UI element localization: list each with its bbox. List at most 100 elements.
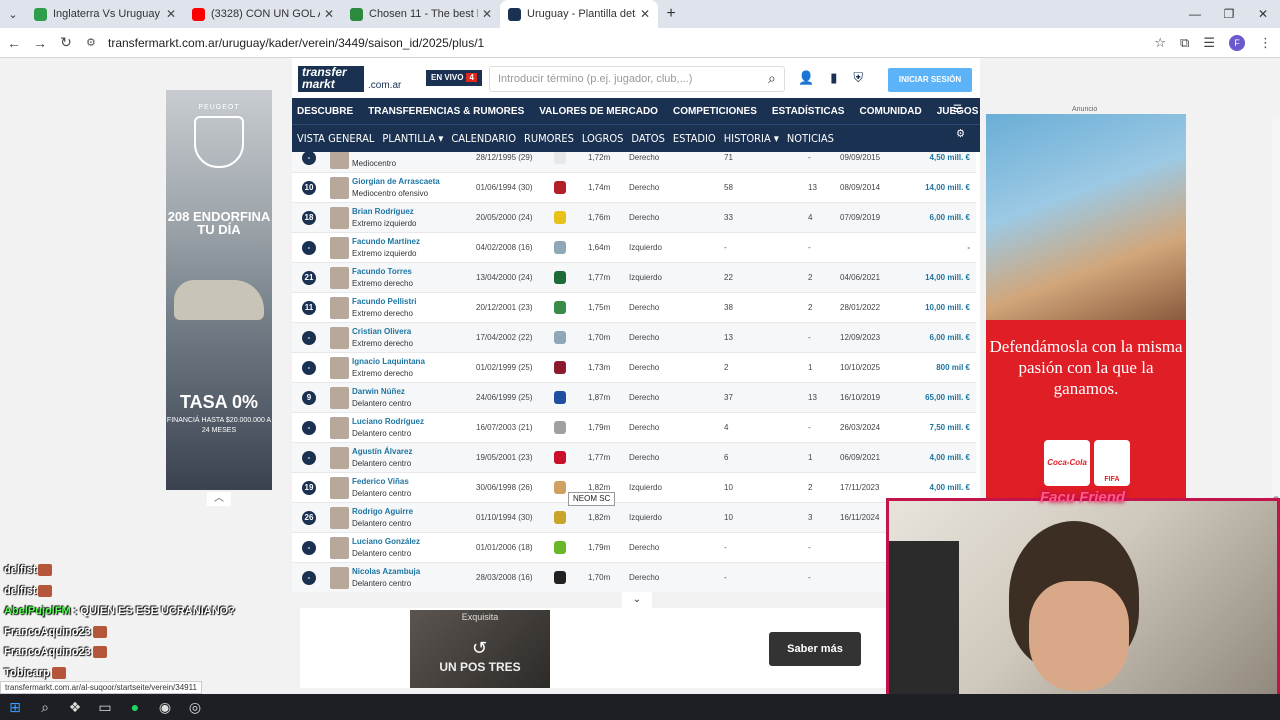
player-row[interactable]: - Facundo Martínez Extremo izquierdo 04/02/… bbox=[292, 233, 976, 263]
player-photo[interactable] bbox=[330, 477, 349, 499]
player-photo[interactable] bbox=[330, 177, 349, 199]
tab-search-icon[interactable]: ⌄ bbox=[0, 0, 26, 28]
minimize-icon[interactable]: — bbox=[1178, 0, 1212, 28]
player-photo[interactable] bbox=[330, 567, 349, 589]
club-crest-icon[interactable] bbox=[554, 541, 566, 554]
club-crest-icon[interactable] bbox=[554, 271, 566, 284]
tab-close-icon[interactable]: ✕ bbox=[640, 7, 650, 21]
settings-gear-icon[interactable]: ⚙ bbox=[956, 127, 965, 140]
player-name-link[interactable]: Facundo Torres bbox=[352, 267, 412, 276]
player-photo[interactable] bbox=[330, 267, 349, 289]
player-photo[interactable] bbox=[330, 327, 349, 349]
player-row[interactable]: - Luciano González Delantero centro 01/01/2… bbox=[292, 533, 976, 563]
player-photo[interactable] bbox=[330, 207, 349, 229]
market-value-link[interactable]: - bbox=[898, 243, 970, 252]
market-value-link[interactable]: 6,00 mill. € bbox=[898, 213, 970, 222]
player-row[interactable]: - Luciano Rodríguez Delantero centro 16/07/… bbox=[292, 413, 976, 443]
market-value-link[interactable]: 65,00 mill. € bbox=[898, 393, 970, 402]
player-row[interactable]: 11 Facundo Pellistri Extremo derecho 20/12/… bbox=[292, 293, 976, 323]
sub-nav-item[interactable]: ESTADIO bbox=[673, 132, 716, 145]
file-explorer-icon[interactable]: ▭ bbox=[90, 699, 120, 716]
player-name-link[interactable]: Nicolas Azambuja bbox=[352, 567, 420, 576]
shield-icon[interactable]: ⛨ bbox=[853, 70, 863, 86]
club-crest-icon[interactable] bbox=[554, 331, 566, 344]
chat-username[interactable]: delfist bbox=[4, 585, 36, 597]
market-value-link[interactable]: 800 mil € bbox=[898, 363, 970, 372]
player-row[interactable]: - Nicolas Azambuja Delantero centro 28/03/2… bbox=[292, 563, 976, 592]
back-icon[interactable]: ← bbox=[2, 35, 26, 51]
player-photo[interactable] bbox=[330, 417, 349, 439]
market-value-link[interactable]: 10,00 mill. € bbox=[898, 303, 970, 312]
market-value-link[interactable]: 14,00 mill. € bbox=[898, 183, 970, 192]
spotify-icon[interactable]: ● bbox=[120, 699, 150, 715]
player-photo[interactable] bbox=[330, 447, 349, 469]
player-name-link[interactable]: Facundo Martínez bbox=[352, 237, 420, 246]
club-crest-icon[interactable] bbox=[554, 421, 566, 434]
discord-icon[interactable]: ◉ bbox=[150, 699, 180, 716]
sub-nav-item[interactable]: PLANTILLA ▾ bbox=[382, 132, 443, 145]
club-crest-icon[interactable] bbox=[554, 152, 566, 164]
club-crest-icon[interactable] bbox=[554, 511, 566, 524]
club-crest-icon[interactable] bbox=[554, 481, 566, 494]
tab-close-icon[interactable]: ✕ bbox=[482, 7, 492, 21]
sub-nav-item[interactable]: RUMORES bbox=[524, 132, 574, 145]
login-button[interactable]: INICIAR SESIÓN bbox=[888, 68, 972, 92]
reading-list-icon[interactable]: ☰ bbox=[1203, 35, 1215, 51]
tab-close-icon[interactable]: ✕ bbox=[166, 7, 176, 21]
expand-ad-icon[interactable]: ⌄ bbox=[622, 592, 652, 608]
task-view-icon[interactable]: ❖ bbox=[60, 699, 90, 716]
browser-tab[interactable]: Uruguay - Plantilla detallada 20 ✕ bbox=[500, 0, 658, 28]
bookmark-star-icon[interactable]: ☆ bbox=[1154, 35, 1166, 51]
site-domain[interactable]: .com.ar bbox=[368, 80, 401, 91]
hamburger-menu-icon[interactable]: ☰ bbox=[953, 104, 962, 115]
player-name-link[interactable]: Cristian Olivera bbox=[352, 327, 411, 336]
browser-tab[interactable]: Chosen 11 - The best lineup bu ✕ bbox=[342, 0, 500, 28]
site-info-icon[interactable]: ⚙ bbox=[86, 36, 100, 49]
player-name-link[interactable]: Luciano González bbox=[352, 537, 420, 546]
market-value-link[interactable]: 4,50 mill. € bbox=[898, 153, 970, 162]
player-photo[interactable] bbox=[330, 297, 349, 319]
live-button[interactable]: EN VIVO 4 bbox=[426, 70, 482, 86]
player-row[interactable]: 18 Brian Rodríguez Extremo izquierdo 20/05/… bbox=[292, 203, 976, 233]
club-crest-icon[interactable] bbox=[554, 211, 566, 224]
player-photo[interactable] bbox=[330, 237, 349, 259]
player-name-link[interactable]: Brian Rodríguez bbox=[352, 207, 414, 216]
chat-username[interactable]: AbelPujolFM bbox=[4, 605, 71, 617]
player-name-link[interactable]: Luciano Rodríguez bbox=[352, 417, 424, 426]
player-row[interactable]: 19 Federico Viñas Delantero centro 30/06/19… bbox=[292, 473, 976, 503]
player-row[interactable]: - Ignacio Laquintana Extremo derecho 01/02/… bbox=[292, 353, 976, 383]
player-row[interactable]: 21 Facundo Torres Extremo derecho 13/04/200… bbox=[292, 263, 976, 293]
browser-tab[interactable]: (3328) CON UN GOL AGÓNICO ✕ bbox=[184, 0, 342, 28]
club-crest-icon[interactable] bbox=[554, 301, 566, 314]
market-value-link[interactable]: 6,00 mill. € bbox=[898, 333, 970, 342]
market-value-link[interactable]: 7,50 mill. € bbox=[898, 423, 970, 432]
player-photo[interactable] bbox=[330, 537, 349, 559]
main-nav-item[interactable]: DESCUBRE bbox=[297, 106, 353, 117]
sub-nav-item[interactable]: VISTA GENERAL bbox=[297, 132, 374, 145]
player-name-link[interactable]: Ignacio Laquintana bbox=[352, 357, 425, 366]
player-photo[interactable] bbox=[330, 357, 349, 379]
player-row[interactable]: - Agustín Álvarez Delantero centro 19/05/20… bbox=[292, 443, 976, 473]
sub-nav-item[interactable]: HISTORIA ▾ bbox=[724, 132, 779, 145]
club-crest-icon[interactable] bbox=[554, 361, 566, 374]
browser-menu-icon[interactable]: ⋮ bbox=[1259, 35, 1272, 51]
learn-more-button[interactable]: Saber más bbox=[769, 632, 861, 666]
url-field[interactable]: ⚙ transfermarkt.com.ar/uruguay/kader/ver… bbox=[86, 36, 484, 50]
market-value-link[interactable]: 4,00 mill. € bbox=[898, 453, 970, 462]
sub-nav-item[interactable]: LOGROS bbox=[582, 132, 624, 145]
club-crest-icon[interactable] bbox=[554, 181, 566, 194]
player-row[interactable]: 10 Giorgian de Arrascaeta Mediocentro ofen… bbox=[292, 173, 976, 203]
chat-username[interactable]: delfist bbox=[4, 564, 36, 576]
player-photo[interactable] bbox=[330, 387, 349, 409]
player-name-link[interactable]: Agustín Álvarez bbox=[352, 447, 412, 456]
reload-icon[interactable]: ↻ bbox=[54, 34, 78, 51]
bookmark-icon[interactable]: ▮ bbox=[830, 70, 837, 86]
player-row[interactable]: - Cristian Olivera Extremo derecho 17/04/20… bbox=[292, 323, 976, 353]
ad-video[interactable]: Exquisita ↺ UN POS TRES bbox=[410, 610, 550, 688]
sub-nav-item[interactable]: CALENDARIO bbox=[451, 132, 516, 145]
chat-username[interactable]: Tobicarp bbox=[4, 667, 50, 679]
player-row[interactable]: - Mediocentro 28/12/1995 (29) 1,72m Derecho 7… bbox=[292, 152, 976, 173]
player-name-link[interactable]: Facundo Pellistri bbox=[352, 297, 416, 306]
extensions-icon[interactable]: ⧉ bbox=[1180, 35, 1189, 51]
player-name-link[interactable]: Federico Viñas bbox=[352, 477, 409, 486]
